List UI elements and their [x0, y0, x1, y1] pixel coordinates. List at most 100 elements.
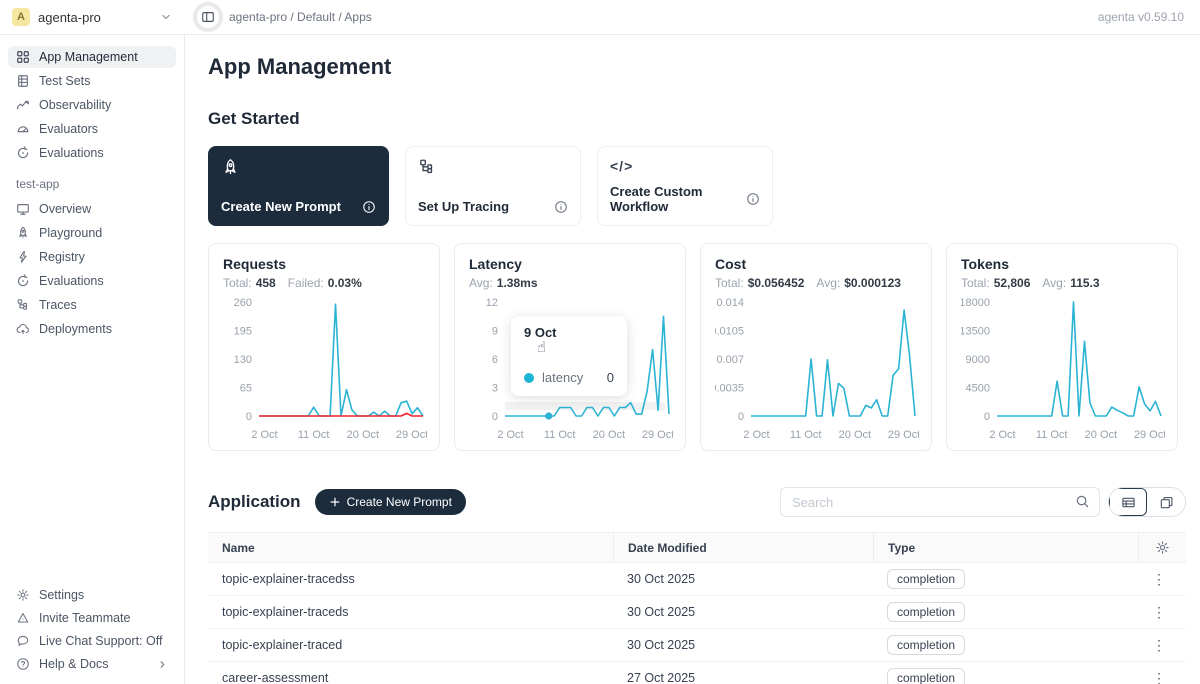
grid-icon	[16, 50, 30, 64]
sidebar-item-app-management[interactable]: App Management	[8, 46, 176, 68]
sidebar-item-observability[interactable]: Observability	[8, 94, 176, 116]
card-view-button[interactable]	[1147, 488, 1185, 516]
table-view-button[interactable]	[1109, 488, 1147, 516]
sidebar-item-deployments[interactable]: Deployments	[8, 318, 176, 340]
info-icon[interactable]	[362, 200, 376, 214]
svg-text:65: 65	[240, 383, 252, 395]
panel-icon	[201, 10, 215, 24]
metric-title: Latency	[469, 256, 671, 272]
svg-text:0: 0	[738, 411, 744, 423]
card-label: Create Custom Workflow	[610, 184, 746, 214]
column-header-type[interactable]: Type	[873, 533, 1138, 562]
svg-text:29 Oct: 29 Oct	[396, 429, 427, 441]
cost-chart: 00.00350.0070.01050.0142 Oct11 Oct20 Oct…	[715, 294, 919, 446]
svg-text:0.014: 0.014	[716, 297, 744, 309]
main-content: App Management Get Started Create New Pr…	[185, 35, 1200, 684]
stat-value: 115.3	[1070, 276, 1099, 290]
create-new-prompt-button[interactable]: Create New Prompt	[315, 489, 466, 515]
table-row[interactable]: career-assessment 27 Oct 2025 completion…	[208, 662, 1186, 684]
sidebar-item-evaluations[interactable]: Evaluations	[8, 142, 176, 164]
create-custom-workflow-card[interactable]: </> Create Custom Workflow	[597, 146, 773, 226]
svg-text:20 Oct: 20 Oct	[347, 429, 379, 441]
create-new-prompt-card[interactable]: Create New Prompt	[208, 146, 389, 226]
create-button-label: Create New Prompt	[347, 495, 452, 509]
sidebar-item-label: Evaluations	[39, 274, 104, 288]
info-icon[interactable]	[746, 192, 760, 206]
sidebar-item-test-sets[interactable]: Test Sets	[8, 70, 176, 92]
table-row[interactable]: topic-explainer-traceds 30 Oct 2025 comp…	[208, 596, 1186, 629]
latency-tooltip: 9 Oct latency 0	[511, 316, 627, 396]
sidebar-item-label: Observability	[39, 98, 111, 112]
mouse-cursor-icon: ☝	[537, 338, 546, 356]
workspace-avatar: A	[12, 8, 30, 26]
column-settings[interactable]	[1138, 533, 1186, 562]
info-icon[interactable]	[554, 200, 568, 214]
sidebar-item-label: App Management	[39, 50, 138, 64]
sidebar-item-label: Invite Teammate	[39, 611, 130, 625]
svg-text:12: 12	[486, 297, 498, 309]
stat-label: Avg:	[469, 276, 493, 290]
tree-icon	[418, 158, 568, 176]
row-menu-button[interactable]: ⋮	[1152, 572, 1166, 586]
sidebar-item-traces[interactable]: Traces	[8, 294, 176, 316]
applications-table: Name Date Modified Type topic-explainer-…	[208, 532, 1186, 684]
sidebar-footer: Settings Invite Teammate Live Chat Suppo…	[0, 583, 184, 676]
svg-text:2 Oct: 2 Oct	[497, 429, 523, 441]
plus-icon	[329, 496, 341, 508]
breadcrumb[interactable]: agenta-pro / Default / Apps	[229, 10, 372, 24]
sidebar-item-invite-teammate[interactable]: Invite Teammate	[8, 607, 176, 629]
svg-text:29 Oct: 29 Oct	[888, 429, 919, 441]
stat-value: $0.056452	[748, 276, 805, 290]
sidebar-item-help-docs[interactable]: Help & Docs	[8, 653, 176, 675]
svg-text:13500: 13500	[961, 326, 990, 338]
app-name: topic-explainer-traceds	[208, 605, 613, 619]
column-header-name[interactable]: Name	[208, 533, 613, 562]
rocket-icon	[16, 226, 30, 240]
tree-icon	[16, 298, 30, 312]
app-name: topic-explainer-traced	[208, 638, 613, 652]
sidebar-item-label: Live Chat Support: Off	[39, 634, 162, 648]
sidebar-item-evaluators[interactable]: Evaluators	[8, 118, 176, 140]
sidebar-item-registry[interactable]: Registry	[8, 246, 176, 268]
workspace-selector[interactable]: A agenta-pro	[0, 0, 185, 34]
row-menu-button[interactable]: ⋮	[1152, 638, 1166, 652]
svg-text:11 Oct: 11 Oct	[790, 429, 822, 441]
stat-label: Avg:	[1042, 276, 1066, 290]
sidebar-item-playground[interactable]: Playground	[8, 222, 176, 244]
card-label: Create New Prompt	[221, 199, 341, 214]
card-label: Set Up Tracing	[418, 199, 509, 214]
tooltip-value: 0	[607, 370, 614, 385]
metric-title: Tokens	[961, 256, 1163, 272]
svg-text:6: 6	[492, 354, 498, 366]
stat-value: $0.000123	[844, 276, 901, 290]
table-row[interactable]: topic-explainer-traced 30 Oct 2025 compl…	[208, 629, 1186, 662]
sidebar-item-settings[interactable]: Settings	[8, 584, 176, 606]
sidebar-item-label: Test Sets	[39, 74, 90, 88]
application-title: Application	[208, 492, 301, 512]
chat-bubble-icon	[16, 634, 30, 648]
sidebar-item-label: Registry	[39, 250, 85, 264]
svg-text:0.0035: 0.0035	[715, 383, 744, 395]
stat-value: 1.38ms	[497, 276, 538, 290]
topbar: A agenta-pro agenta-pro / Default / Apps…	[0, 0, 1200, 35]
sidebar-item-live-chat[interactable]: Live Chat Support: Off	[8, 630, 176, 652]
table-view-icon	[1121, 495, 1136, 510]
metric-title: Cost	[715, 256, 917, 272]
sidebar-collapse-button[interactable]	[197, 6, 219, 28]
sidebar-item-label: Settings	[39, 588, 84, 602]
svg-text:11 Oct: 11 Oct	[1036, 429, 1068, 441]
table-row[interactable]: topic-explainer-tracedss 30 Oct 2025 com…	[208, 563, 1186, 596]
sidebar-item-overview[interactable]: Overview	[8, 198, 176, 220]
search-icon[interactable]	[1075, 494, 1090, 509]
row-menu-button[interactable]: ⋮	[1152, 605, 1166, 619]
svg-text:9000: 9000	[966, 354, 990, 366]
date-modified: 30 Oct 2025	[613, 638, 873, 652]
search-input[interactable]	[780, 487, 1100, 517]
get-started-title: Get Started	[208, 109, 1186, 129]
gear-icon	[1155, 540, 1170, 555]
row-menu-button[interactable]: ⋮	[1152, 671, 1166, 684]
column-header-date-modified[interactable]: Date Modified	[613, 533, 873, 562]
sidebar-item-app-evaluations[interactable]: Evaluations	[8, 270, 176, 292]
set-up-tracing-card[interactable]: Set Up Tracing	[405, 146, 581, 226]
svg-text:195: 195	[234, 326, 252, 338]
